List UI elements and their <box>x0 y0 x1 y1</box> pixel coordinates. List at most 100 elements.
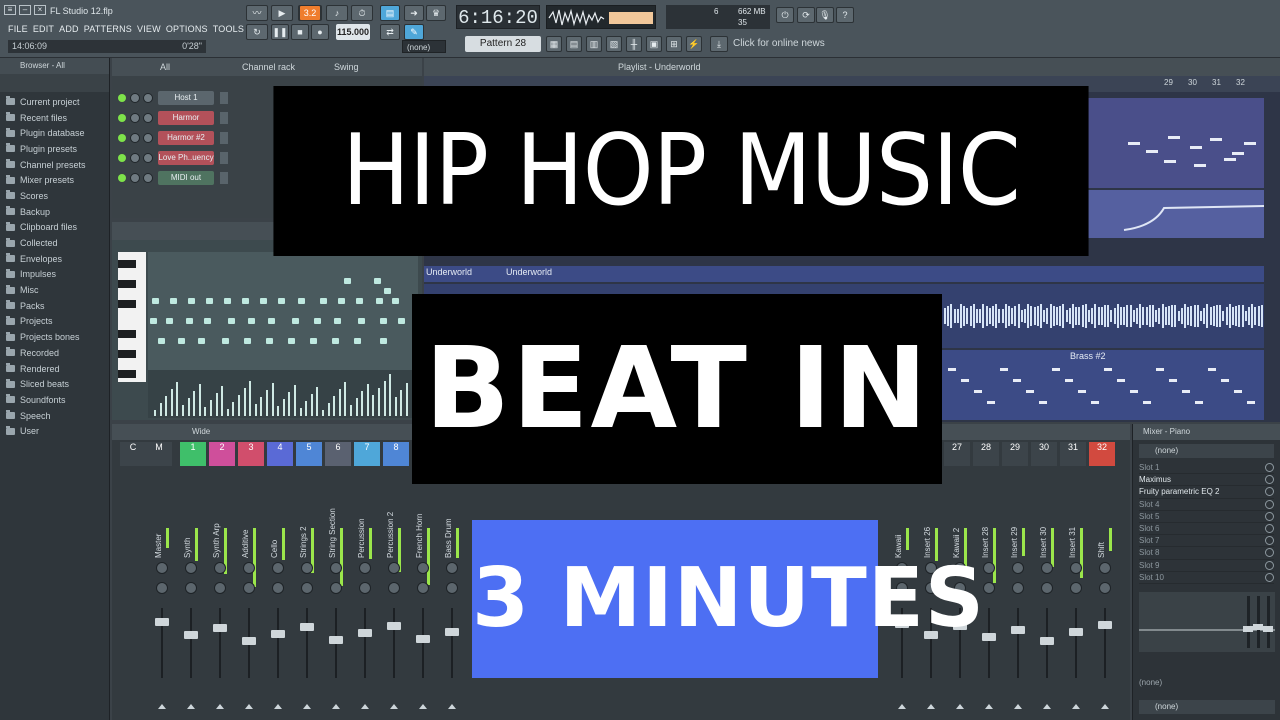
mixer-insert-number[interactable]: 3 <box>238 442 264 466</box>
menu-patterns[interactable]: PATTERNS <box>84 24 132 34</box>
mixer-insert-number[interactable]: 8 <box>383 442 409 466</box>
note[interactable] <box>338 298 345 304</box>
channel-pan-knob[interactable] <box>130 173 140 183</box>
note[interactable] <box>244 338 251 344</box>
velocity-lane[interactable] <box>148 370 418 418</box>
velocity-bar[interactable] <box>182 405 184 416</box>
route-arrow-icon[interactable] <box>1072 704 1080 709</box>
velocity-bar[interactable] <box>254 404 257 416</box>
volume-fader[interactable] <box>1098 621 1112 629</box>
effect-slot[interactable]: Slot 7 <box>1139 535 1274 548</box>
mixer-insert-number[interactable]: 5 <box>296 442 322 466</box>
menu-options[interactable]: OPTIONS <box>166 24 208 34</box>
browser-item[interactable]: Packs <box>6 298 109 314</box>
black-key[interactable] <box>118 330 136 338</box>
stereo-knob[interactable] <box>1099 582 1111 594</box>
note[interactable] <box>206 298 213 304</box>
note[interactable] <box>204 318 211 324</box>
browser-item[interactable]: User <box>6 423 109 439</box>
velocity-bar[interactable] <box>322 410 324 416</box>
pan-knob[interactable] <box>388 562 400 574</box>
note[interactable] <box>222 338 229 344</box>
velocity-bar[interactable] <box>215 393 218 416</box>
playback-mode-button[interactable]: ▶ <box>271 5 293 21</box>
channel-volume-knob[interactable] <box>143 113 153 123</box>
route-arrow-icon[interactable] <box>985 704 993 709</box>
pan-knob[interactable] <box>359 562 371 574</box>
velocity-bar[interactable] <box>226 409 229 416</box>
black-key[interactable] <box>118 300 136 308</box>
velocity-bar[interactable] <box>282 399 285 416</box>
velocity-bar[interactable] <box>277 406 280 416</box>
channel-mute-led[interactable] <box>118 134 126 142</box>
mixer-insert-number[interactable]: 6 <box>325 442 351 466</box>
channel-name-button[interactable]: MIDI out <box>158 171 214 185</box>
record-button[interactable]: ● <box>311 24 329 40</box>
channel-volume-knob[interactable] <box>143 173 153 183</box>
velocity-bar[interactable] <box>361 391 364 416</box>
velocity-bar[interactable] <box>378 388 380 416</box>
song-time-display[interactable]: 6:16:20 <box>456 5 540 29</box>
stereo-knob[interactable] <box>301 582 313 594</box>
mixer-strip[interactable]: Percussion 2 <box>382 468 406 718</box>
browser-item[interactable]: Speech <box>6 408 109 424</box>
metronome-button[interactable]: ♪ <box>326 5 348 21</box>
note[interactable] <box>384 288 391 294</box>
record-mode-button[interactable]: 3.2 <box>299 5 321 21</box>
velocity-bar[interactable] <box>210 400 212 416</box>
online-news-link[interactable]: Click for online news <box>733 38 825 49</box>
stereo-knob[interactable] <box>1041 582 1053 594</box>
mixer-insert-number[interactable]: 2 <box>209 442 235 466</box>
wait-input-button[interactable]: ⏱ <box>351 5 373 21</box>
velocity-bar[interactable] <box>238 395 240 416</box>
note[interactable] <box>392 298 399 304</box>
note[interactable] <box>224 298 231 304</box>
velocity-bar[interactable] <box>221 386 224 416</box>
velocity-bar[interactable] <box>165 396 168 416</box>
velocity-bar[interactable] <box>271 383 274 416</box>
note[interactable] <box>292 318 299 324</box>
volume-fader[interactable] <box>387 622 401 630</box>
menu-view[interactable]: VIEW <box>137 24 161 34</box>
velocity-bar[interactable] <box>338 389 341 416</box>
velocity-bar[interactable] <box>176 382 179 416</box>
note[interactable] <box>354 338 361 344</box>
velocity-bar[interactable] <box>350 405 352 416</box>
route-arrow-icon[interactable] <box>419 704 427 709</box>
velocity-bar[interactable] <box>355 398 358 416</box>
browser-item[interactable]: Mixer presets <box>6 172 109 188</box>
channel-pan-knob[interactable] <box>130 113 140 123</box>
mixer-insert-number[interactable]: 7 <box>354 442 380 466</box>
menu-file[interactable]: FILE <box>8 24 28 34</box>
menu-edit[interactable]: EDIT <box>33 24 54 34</box>
black-key[interactable] <box>118 370 136 378</box>
pattern-song-toggle[interactable]: 〰 <box>246 5 268 21</box>
volume-fader[interactable] <box>271 630 285 638</box>
volume-fader[interactable] <box>358 629 372 637</box>
plugin-icon[interactable]: ⚡ <box>686 36 702 52</box>
channel-select[interactable] <box>220 112 228 124</box>
volume-fader[interactable] <box>1011 626 1025 634</box>
slot-enable-led[interactable] <box>1265 511 1274 521</box>
menu-add[interactable]: ADD <box>59 24 79 34</box>
note[interactable] <box>332 338 339 344</box>
mixer-insert-number[interactable]: 1 <box>180 442 206 466</box>
pan-knob[interactable] <box>214 562 226 574</box>
velocity-bar[interactable] <box>327 403 330 416</box>
channel-name-button[interactable]: Harmor #2 <box>158 131 214 145</box>
effect-slot[interactable]: Slot 4 <box>1139 499 1274 511</box>
stereo-knob[interactable] <box>1012 582 1024 594</box>
mixer-insert-number[interactable]: 28 <box>973 442 999 466</box>
note[interactable] <box>198 338 205 344</box>
slot-enable-led[interactable] <box>1265 463 1274 473</box>
black-key[interactable] <box>118 280 136 288</box>
pan-knob[interactable] <box>1041 562 1053 574</box>
browser-item[interactable]: Plugin database <box>6 125 109 141</box>
velocity-bar[interactable] <box>159 403 162 416</box>
browser-item[interactable]: Projects <box>6 314 109 330</box>
route-arrow-icon[interactable] <box>1043 704 1051 709</box>
stereo-knob[interactable] <box>1070 582 1082 594</box>
mixer-strip[interactable]: Bass Drum <box>440 468 464 718</box>
mixer-strip[interactable]: Additive <box>237 468 261 718</box>
mixer-insert-number[interactable]: C <box>120 442 146 466</box>
